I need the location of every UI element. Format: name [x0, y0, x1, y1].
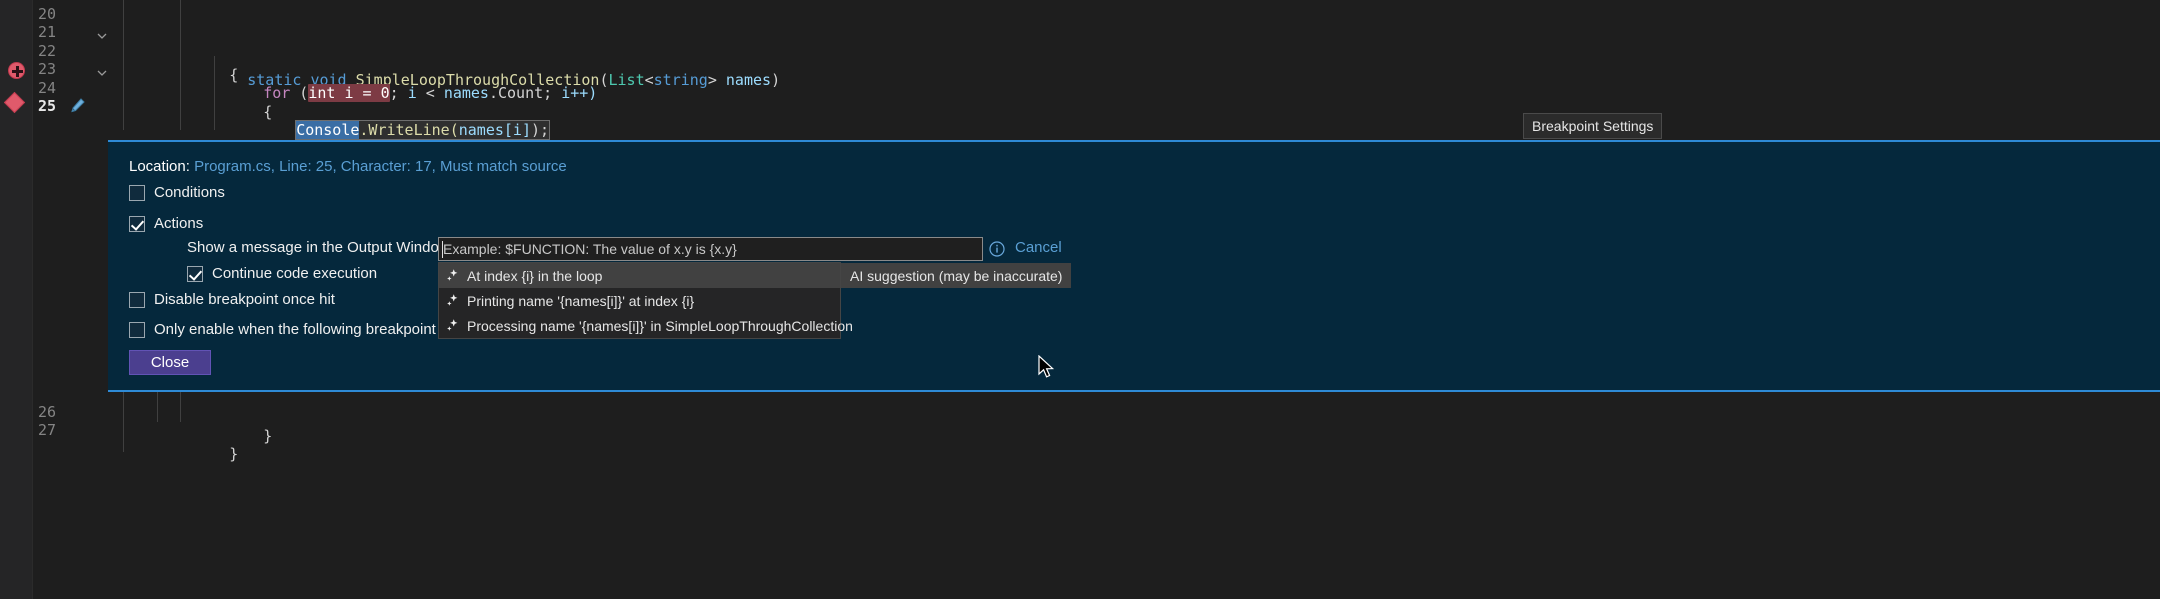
token-param-name: names [717, 71, 771, 89]
breakpoint-settings-tooltip: Breakpoint Settings [1523, 113, 1662, 139]
token-brace-close: } [263, 427, 272, 445]
continue-execution-label: Continue code execution [212, 265, 377, 282]
location-value[interactable]: Program.cs, Line: 25, Character: 17, Mus… [194, 158, 567, 175]
sparkle-icon [445, 268, 463, 283]
vs-editor-screenshot: 20 21 22 23 24 25 26 27 static void Simp [0, 0, 2160, 599]
suggestion-text: Processing name '{names[i]}' in SimpleLo… [467, 318, 853, 334]
suggestion-text: At index {i} in the loop [467, 268, 602, 284]
token-paren-open: ( [599, 71, 608, 89]
token-console: Console [296, 121, 359, 139]
mouse-cursor [1038, 355, 1056, 381]
close-button[interactable]: Close [129, 350, 211, 375]
token-writeline: .WriteLine( [359, 121, 458, 139]
token-angle-close: > [708, 71, 717, 89]
token-list-type: List [609, 71, 645, 89]
sparkle-icon [445, 293, 463, 308]
conditions-checkbox-row[interactable]: Conditions [129, 184, 225, 201]
text-caret [549, 122, 550, 138]
token-names-index: names[i] [459, 121, 531, 139]
cancel-link[interactable]: Cancel [1015, 239, 1062, 256]
conditions-label: Conditions [154, 184, 225, 201]
token-call-close: ); [531, 121, 549, 139]
suggestion-text: Printing name '{names[i]}' at index {i} [467, 293, 694, 309]
conditions-checkbox[interactable] [129, 185, 145, 201]
location-label: Location: [129, 158, 190, 175]
only-enable-when-label: Only enable when the following breakpoin… [154, 321, 475, 338]
token-string-type: string [654, 71, 708, 89]
ai-suggestions-dropdown[interactable]: At index {i} in the loop Printing name '… [438, 262, 841, 339]
token-angle-open: < [645, 71, 654, 89]
token-brace-close: } [229, 445, 238, 463]
location-row: Location: Program.cs, Line: 25, Characte… [129, 158, 567, 175]
info-circle-icon[interactable] [989, 241, 1005, 257]
message-label: Show a message in the Output Window: [187, 239, 454, 256]
only-enable-when-checkbox[interactable] [129, 322, 145, 338]
continue-execution-checkbox[interactable] [187, 266, 203, 282]
continue-execution-checkbox-row[interactable]: Continue code execution [187, 265, 377, 282]
actions-checkbox[interactable] [129, 216, 145, 232]
input-caret [442, 241, 443, 258]
ai-suggestion-note: AI suggestion (may be inaccurate) [841, 263, 1071, 288]
message-input[interactable] [438, 237, 983, 261]
token-paren-close: ) [771, 71, 780, 89]
suggestion-item[interactable]: Printing name '{names[i]}' at index {i} [439, 288, 840, 313]
only-enable-when-checkbox-row[interactable]: Only enable when the following breakpoin… [129, 321, 475, 338]
disable-once-hit-checkbox[interactable] [129, 292, 145, 308]
token-incr: i++) [561, 84, 597, 102]
suggestion-item[interactable]: Processing name '{names[i]}' in SimpleLo… [439, 313, 840, 338]
sparkle-icon [445, 318, 463, 333]
disable-once-hit-label: Disable breakpoint once hit [154, 291, 335, 308]
actions-checkbox-row[interactable]: Actions [129, 215, 203, 232]
code-line-25[interactable]: Console.WriteLine(names[i]); [0, 94, 550, 118]
disable-once-hit-checkbox-row[interactable]: Disable breakpoint once hit [129, 291, 335, 308]
suggestion-item[interactable]: At index {i} in the loop [439, 263, 840, 288]
breakpoint-settings-panel: Location: Program.cs, Line: 25, Characte… [108, 140, 2160, 392]
code-line-27[interactable]: } [0, 418, 238, 442]
actions-label: Actions [154, 215, 203, 232]
